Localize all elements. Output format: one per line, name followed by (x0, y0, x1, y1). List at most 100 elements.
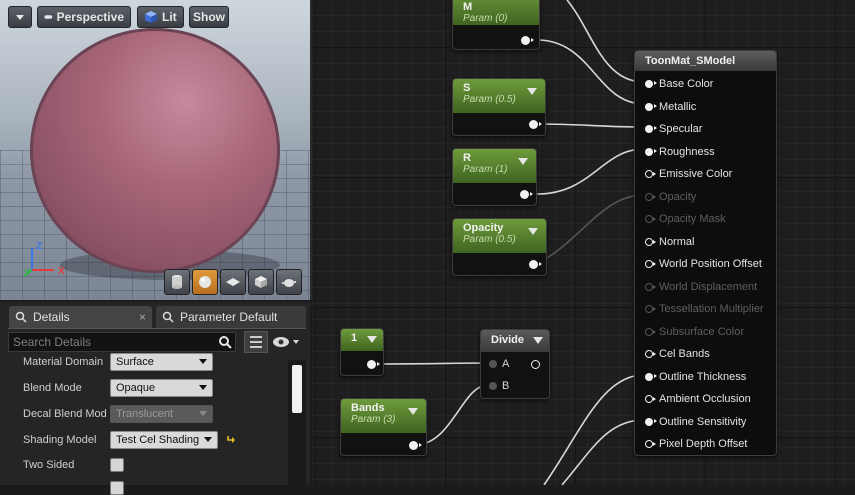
material-input-pixel-depth-offset[interactable]: Pixel Depth Offset (645, 436, 747, 452)
plane-icon (226, 278, 240, 286)
perspective-label: Perspective (56, 10, 124, 24)
input-pin[interactable] (645, 237, 656, 246)
material-input-label: Tessellation Multiplier (659, 303, 764, 315)
material-input-roughness[interactable]: Roughness (645, 144, 715, 160)
input-pin[interactable] (645, 147, 657, 156)
collapse-arrow-icon[interactable] (533, 337, 543, 344)
material-input-ambient-occlusion[interactable]: Ambient Occlusion (645, 391, 751, 407)
output-pin[interactable] (521, 36, 534, 45)
param-node-r[interactable]: R Param (1) (452, 148, 537, 206)
material-input-base-color[interactable]: Base Color (645, 76, 713, 92)
material-input-cel-bands[interactable]: Cel Bands (645, 346, 710, 362)
magnifier-icon (15, 311, 27, 323)
next-property-checkbox[interactable] (110, 481, 124, 495)
material-node-title: ToonMat_SModel (635, 51, 776, 71)
material-input-outline-sensitivity[interactable]: Outline Sensitivity (645, 414, 746, 430)
constant-node-1[interactable]: 1 (340, 328, 384, 376)
two-sided-label: Two Sided (23, 459, 75, 471)
divide-node[interactable]: Divide A B (480, 329, 550, 399)
input-pin[interactable] (645, 170, 656, 178)
param-node-title: S (463, 82, 471, 94)
view-options-button[interactable] (272, 334, 306, 350)
two-sided-checkbox[interactable] (110, 458, 124, 472)
divide-output-pin[interactable] (531, 360, 540, 369)
shading-model-dropdown[interactable]: Test Cel Shading (110, 431, 218, 449)
material-preview-viewport[interactable]: Perspective Lit Show Z Y X (0, 0, 312, 300)
input-pin[interactable] (645, 102, 657, 111)
param-node-subtitle: Param (0.5) (463, 94, 516, 105)
collapse-arrow-icon[interactable] (367, 336, 377, 343)
shading-model-label: Shading Model (23, 434, 97, 446)
material-input-label: Specular (659, 123, 703, 135)
input-pin[interactable] (645, 395, 656, 403)
input-pin[interactable] (645, 440, 656, 448)
tab-details[interactable]: Details × (9, 306, 152, 328)
sphere-preview-button[interactable] (192, 269, 218, 295)
input-pin[interactable] (489, 360, 497, 368)
lit-button[interactable]: Lit (137, 6, 184, 28)
param-node-opacity[interactable]: Opacity Param (0.5) (452, 218, 547, 276)
perspective-button[interactable]: Perspective (37, 6, 131, 28)
input-pin[interactable] (645, 372, 657, 381)
material-input-world-position-offset[interactable]: World Position Offset (645, 256, 762, 272)
tab-details-label: Details (33, 310, 70, 324)
blend-mode-dropdown[interactable]: Opaque (110, 379, 213, 397)
lit-cube-icon (145, 11, 157, 23)
tab-parameter-defaults[interactable]: Parameter Default × (156, 306, 306, 328)
property-matrix-button[interactable] (244, 331, 268, 353)
input-pin[interactable] (645, 417, 657, 426)
material-input-opacity-mask: Opacity Mask (645, 211, 726, 227)
material-input-world-displacement: World Displacement (645, 279, 757, 295)
input-pin[interactable] (645, 260, 656, 268)
cylinder-icon (172, 275, 182, 289)
material-input-label: Metallic (659, 100, 697, 113)
param-node-m[interactable]: M Param (0) (452, 0, 540, 50)
input-pin[interactable] (489, 382, 497, 390)
collapse-arrow-icon[interactable] (528, 228, 538, 235)
material-input-normal[interactable]: Normal (645, 234, 694, 250)
details-scrollbar-thumb[interactable] (292, 365, 302, 413)
output-pin[interactable] (520, 190, 533, 199)
material-input-outline-thickness[interactable]: Outline Thickness (645, 369, 746, 385)
chevron-down-icon (199, 385, 207, 390)
material-domain-dropdown[interactable]: Surface (110, 353, 213, 371)
param-node-bands[interactable]: Bands Param (3) (340, 398, 427, 456)
output-pin[interactable] (529, 120, 542, 129)
custom-mesh-preview-button[interactable] (276, 269, 302, 295)
tab-details-close-icon[interactable]: × (139, 310, 146, 324)
cube-preview-button[interactable] (248, 269, 274, 295)
plane-preview-button[interactable] (220, 269, 246, 295)
cube-icon (255, 276, 267, 288)
output-pin[interactable] (409, 441, 422, 450)
material-input-emissive-color[interactable]: Emissive Color (645, 166, 732, 182)
param-node-s[interactable]: S Param (0.5) (452, 78, 546, 136)
lit-label: Lit (162, 10, 177, 24)
search-details-input[interactable]: Search Details (8, 332, 236, 352)
collapse-arrow-icon[interactable] (518, 158, 528, 165)
material-input-label: Ambient Occlusion (659, 393, 751, 405)
input-pin (645, 327, 656, 336)
material-input-metallic[interactable]: Metallic (645, 99, 696, 115)
material-result-node[interactable]: ToonMat_SModel Base Color Metallic Specula… (634, 50, 777, 456)
divide-input-a[interactable]: A (489, 358, 509, 370)
divide-input-b[interactable]: B (489, 380, 509, 392)
input-pin (645, 192, 656, 201)
collapse-arrow-icon[interactable] (527, 88, 537, 95)
input-pin[interactable] (645, 125, 657, 133)
input-pin[interactable] (645, 350, 656, 358)
param-node-subtitle: Param (0.5) (463, 234, 516, 245)
reset-to-default-icon[interactable] (226, 434, 236, 444)
show-button[interactable]: Show (189, 6, 229, 28)
material-input-label: Outline Thickness (659, 370, 747, 383)
axis-y-label: Y (24, 268, 31, 279)
output-pin[interactable] (367, 360, 380, 369)
material-input-specular[interactable]: Specular (645, 121, 702, 137)
chevron-down-icon (199, 359, 207, 364)
material-input-label: Outline Sensitivity (659, 415, 747, 428)
cylinder-preview-button[interactable] (164, 269, 190, 295)
viewport-options-button[interactable] (8, 6, 32, 28)
output-pin[interactable] (529, 260, 542, 269)
material-input-label: Normal (659, 235, 695, 248)
input-pin[interactable] (645, 80, 657, 88)
collapse-arrow-icon[interactable] (408, 408, 418, 415)
